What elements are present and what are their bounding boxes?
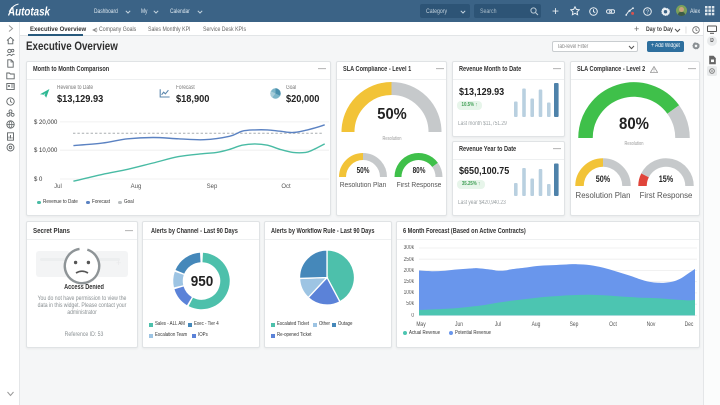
svg-text:Autotask: Autotask	[8, 7, 51, 19]
svg-text:?: ?	[646, 9, 649, 15]
